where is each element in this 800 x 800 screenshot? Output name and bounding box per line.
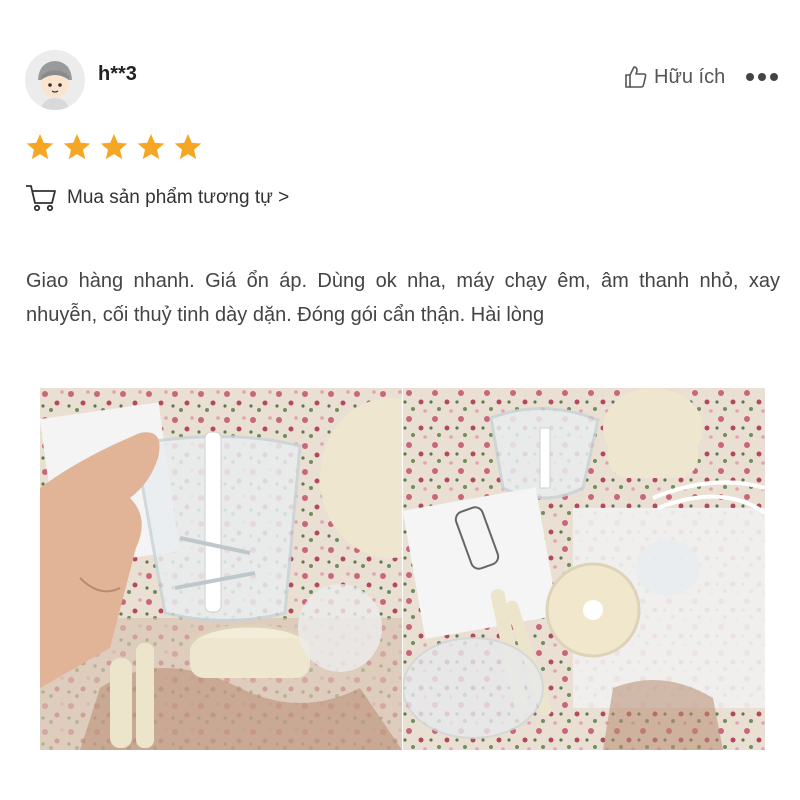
review-photo-1[interactable]	[40, 388, 402, 750]
rating-stars	[25, 132, 203, 162]
shopping-cart-icon	[26, 185, 56, 212]
avatar-icon	[25, 50, 85, 110]
review-text: Giao hàng nhanh. Giá ổn áp. Dùng ok nha,…	[26, 270, 780, 326]
photo-blender-bowl-in-hand	[40, 388, 402, 750]
star-icon	[100, 133, 128, 160]
thumbs-up-icon	[625, 66, 647, 88]
review-photo-2[interactable]	[403, 388, 765, 750]
buy-similar-link[interactable]: Mua sản phẩm tương tự >	[25, 184, 289, 212]
star-icon	[174, 133, 202, 160]
avatar[interactable]	[25, 50, 85, 110]
helpful-button[interactable]: Hữu ích	[624, 65, 725, 89]
buy-similar-label: Mua sản phẩm tương tự >	[67, 187, 290, 208]
more-options-button[interactable]	[746, 73, 778, 81]
star-icon	[63, 133, 91, 160]
helpful-label: Hữu ích	[654, 65, 726, 88]
more-dots-icon	[746, 73, 754, 81]
star-icon	[137, 133, 165, 160]
star-icon	[26, 133, 54, 160]
username: h**3	[98, 63, 137, 85]
photo-blender-parts	[403, 388, 765, 750]
